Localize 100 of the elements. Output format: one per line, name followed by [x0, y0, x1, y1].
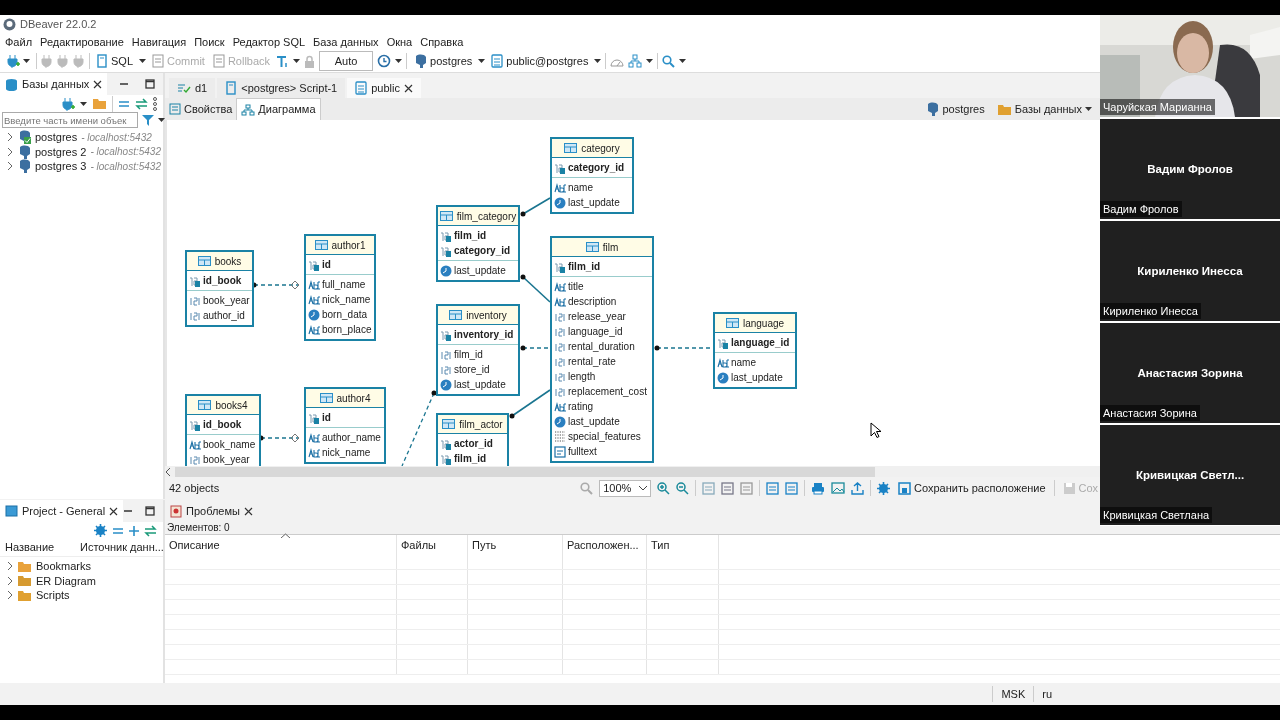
chevron-icon[interactable] [6, 147, 13, 156]
entity-table[interactable]: inventory inventory_id film_id store_id last_update [436, 304, 520, 396]
upload-icon[interactable] [851, 481, 865, 495]
entity-table[interactable]: author1 id full_name nick_name born_data born_place [304, 234, 376, 341]
view-tab[interactable]: Свойства [165, 98, 237, 120]
connection-name[interactable]: postgres 2 [35, 143, 87, 160]
editor-tab[interactable]: <postgres> Script-1 [217, 78, 346, 98]
entity-table[interactable]: books4 id_book book_name book_year [185, 394, 261, 466]
caret-icon[interactable] [1085, 107, 1092, 111]
panel-tab[interactable]: Базы данных [0, 73, 108, 95]
script-icon[interactable] [96, 54, 108, 68]
caret-icon[interactable] [395, 59, 403, 63]
tree-item[interactable]: Bookmarks [36, 558, 92, 575]
entity-table[interactable]: film_actor actor_id film_id [436, 413, 509, 466]
view-tab[interactable]: Диаграмма [236, 98, 321, 120]
caret-icon[interactable] [139, 59, 146, 63]
entity-table[interactable]: film film_id title description release_year language_id rental_duration rental_rate length replacement_cost rating last_update special_features fulltext [550, 236, 654, 463]
link-icon[interactable] [144, 524, 157, 537]
scrollbar-thumb[interactable] [175, 466, 875, 477]
chevron-icon[interactable] [6, 591, 13, 600]
chevron-icon[interactable] [6, 562, 13, 571]
more-icon[interactable] [153, 96, 157, 111]
schema-selector[interactable]: public@postgres [489, 51, 591, 71]
breadcrumb[interactable]: postgres [925, 100, 985, 118]
scroll-left-icon[interactable] [165, 467, 171, 476]
relationship-line[interactable] [520, 345, 551, 351]
maximize-icon[interactable] [145, 79, 155, 89]
chevron-icon[interactable] [6, 133, 13, 142]
text-format-icon[interactable] [276, 54, 290, 68]
caret-icon[interactable] [594, 59, 602, 63]
menu-item[interactable]: Поиск [190, 33, 229, 51]
panel-tab[interactable]: Project - General [0, 500, 124, 522]
menu-item[interactable]: Файл [1, 33, 37, 51]
filter-icon[interactable] [141, 113, 155, 127]
image-icon[interactable] [831, 481, 846, 495]
caret-icon[interactable] [679, 59, 687, 63]
close-icon[interactable] [93, 79, 103, 89]
search-icon[interactable] [662, 54, 676, 68]
breadcrumb[interactable]: Базы данных [996, 100, 1092, 118]
zoom-in-icon[interactable] [657, 481, 671, 495]
maximize-icon[interactable] [145, 506, 156, 516]
tree-item[interactable]: Scripts [36, 587, 70, 604]
database-server-icon[interactable] [925, 102, 940, 116]
database-server-icon[interactable] [17, 144, 31, 159]
collapse-icon[interactable] [112, 526, 124, 535]
plug-icon[interactable] [61, 96, 75, 111]
caret-icon[interactable] [158, 118, 165, 122]
entity-table[interactable]: category category_id name last_update [550, 137, 634, 214]
connection-selector[interactable]: postgres [411, 51, 475, 71]
menu-item[interactable]: Редактор SQL [228, 33, 310, 51]
link-icon[interactable] [135, 97, 148, 110]
menu-item[interactable]: Навигация [127, 33, 191, 51]
caret-icon[interactable] [80, 101, 87, 106]
collapse-icon[interactable] [118, 99, 130, 108]
entity-table[interactable]: author4 id author_name nick_name [304, 387, 386, 464]
relationship-line[interactable] [520, 197, 551, 217]
menu-item[interactable]: Окна [382, 33, 417, 51]
sort-icon[interactable] [281, 533, 290, 538]
tree-item[interactable]: ER Diagram [36, 572, 96, 589]
entity-table[interactable]: books id_book book_year author_id [185, 250, 254, 327]
chevron-icon[interactable] [6, 162, 13, 171]
close-icon[interactable] [109, 506, 119, 516]
column-header[interactable]: Тип [647, 535, 719, 555]
close-icon[interactable] [243, 506, 253, 516]
column-header[interactable]: Название [0, 539, 76, 556]
database-server-icon[interactable] [413, 54, 428, 68]
caret-icon[interactable] [646, 59, 654, 63]
entity-table[interactable]: language language_id name last_update [713, 312, 797, 389]
column-header[interactable]: Путь [468, 535, 563, 555]
menu-item[interactable]: Редактирование [36, 33, 128, 51]
chevron-icon[interactable] [6, 576, 13, 585]
zoom-field[interactable]: 100% [599, 479, 652, 497]
caret-icon[interactable] [293, 59, 301, 63]
close-icon[interactable] [404, 83, 413, 93]
zoom-out-icon[interactable] [676, 481, 690, 495]
printer-icon[interactable] [811, 481, 826, 495]
plug-icon[interactable] [6, 54, 20, 68]
transaction-mode-field[interactable]: Auto [319, 50, 374, 72]
history-icon[interactable] [377, 54, 392, 68]
column-header[interactable]: Файлы [397, 535, 468, 555]
database-server-icon[interactable] [17, 159, 31, 174]
connection-name[interactable]: postgres 3 [35, 158, 87, 175]
column-header[interactable]: Источник данн... [75, 539, 163, 556]
sql-button[interactable]: SQL [94, 51, 135, 71]
save-layout-icon[interactable] [898, 481, 911, 495]
add-icon[interactable] [129, 525, 139, 536]
editor-tab[interactable]: d1 [169, 78, 216, 98]
column-header[interactable]: Расположен... [563, 535, 647, 555]
connection-name[interactable]: postgres [35, 129, 78, 146]
settings-icon[interactable] [877, 481, 890, 495]
filter-field[interactable]: Введите часть имени объек [2, 112, 138, 128]
caret-icon[interactable] [478, 59, 486, 63]
database-icon[interactable] [491, 54, 504, 68]
caret-icon[interactable] [23, 59, 30, 63]
settings-icon[interactable] [94, 524, 107, 537]
entity-table[interactable]: film_category film_id category_id last_update [436, 205, 520, 282]
editor-tab[interactable]: public [347, 78, 421, 98]
database-server-icon[interactable] [17, 130, 31, 145]
menu-item[interactable]: База данных [309, 33, 383, 51]
column-header[interactable]: Описание [165, 535, 397, 555]
